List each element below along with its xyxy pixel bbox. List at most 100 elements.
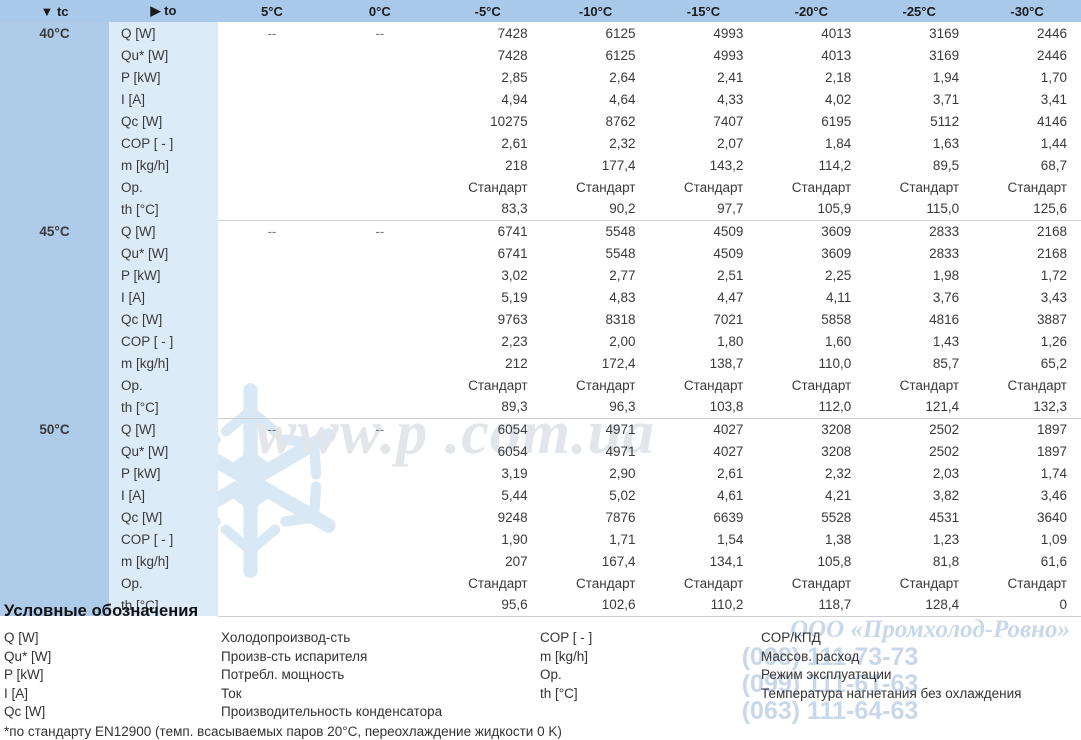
cell-value: 3208	[821, 443, 852, 459]
tc-spacer	[0, 528, 109, 550]
table-row: I [A] 5,19 4,83 4,47 4,11 3,76 3,43	[0, 286, 1081, 308]
cell-value: 4146	[1036, 113, 1067, 129]
cell-value: Стандарт	[1007, 575, 1067, 591]
cell-value: 4,83	[609, 289, 636, 305]
row-label: m [kg/h]	[109, 352, 218, 374]
cell-value	[218, 528, 326, 550]
cell-value	[218, 110, 326, 132]
cell-value: 3208	[757, 417, 866, 440]
cell-value: 81,8	[932, 553, 960, 569]
cell-value: 4993	[713, 47, 744, 63]
cell-value: 114,2	[818, 157, 852, 173]
cell-value: --	[375, 25, 385, 41]
cell-value: 125,6	[1033, 201, 1067, 217]
cell-value: 1,84	[824, 135, 852, 151]
cell-value	[326, 44, 434, 66]
cell-value: 2,03	[932, 465, 960, 481]
tc-spacer	[0, 198, 109, 220]
cell-value: 3609	[821, 245, 852, 261]
cell-value: 4816	[929, 311, 960, 327]
cell-value: Стандарт	[683, 179, 744, 195]
cell-value	[326, 198, 434, 220]
cell-value: 4971	[605, 443, 636, 459]
cell-value: 5548	[541, 219, 650, 242]
tc-spacer	[0, 572, 109, 594]
tc-value: 50°C	[0, 418, 109, 440]
cell-value: 2,61	[501, 135, 528, 151]
legend-symbol: Qu* [W]	[4, 648, 52, 664]
cell-value	[218, 198, 326, 220]
table-row: Qc [W] 10275 8762 7407 6195 5112 4146	[0, 110, 1081, 132]
cell-value: 1,80	[717, 333, 744, 349]
table-row: P [kW] 3,02 2,77 2,51 2,25 1,98 1,72	[0, 264, 1081, 286]
cell-value: 2,41	[717, 69, 744, 85]
cell-value: 5,02	[609, 487, 636, 503]
cell-value: 1,90	[501, 531, 528, 547]
cell-value	[218, 176, 326, 198]
cell-value	[218, 550, 326, 572]
legend-desc: Произв-сть испарителя	[221, 648, 368, 664]
header-col-4[interactable]: -15°C	[650, 0, 758, 22]
cell-value: 2,77	[609, 267, 636, 283]
header-col-5[interactable]: -20°C	[757, 0, 865, 22]
header-col-3[interactable]: -10°C	[542, 0, 650, 22]
cell-value: 105,9	[817, 201, 852, 217]
table-row: P [kW] 2,85 2,64 2,41 2,18 1,94 1,70	[0, 66, 1081, 88]
cell-value: 4531	[929, 509, 960, 525]
header-col-2[interactable]: -5°C	[434, 0, 542, 22]
cell-value: 96,3	[609, 399, 636, 415]
header-col-6[interactable]: -25°C	[865, 0, 973, 22]
cell-value: 6741	[433, 219, 542, 242]
table-row: m [kg/h] 207 167,4 134,1 105,8 81,8 61,6	[0, 550, 1081, 572]
header-col-0[interactable]: 5°C	[218, 0, 326, 22]
cell-value: Стандарт	[791, 575, 852, 591]
cell-value	[218, 396, 326, 418]
cell-value	[218, 352, 326, 374]
legend-title: Условные обозначения	[4, 602, 199, 620]
legend-desc: Температура нагнетания без охлаждения	[761, 685, 1022, 701]
cell-value: 3,46	[1040, 487, 1067, 503]
cell-value: 2168	[973, 219, 1081, 242]
cell-value: Стандарт	[575, 377, 636, 393]
cell-value	[218, 374, 326, 396]
cell-value: 105,8	[817, 553, 852, 569]
cell-value: 4,33	[717, 91, 744, 107]
header-col-1[interactable]: 0°C	[326, 0, 434, 22]
legend-symbol: COP [ - ]	[540, 630, 593, 645]
cell-value: Стандарт	[468, 179, 528, 195]
cell-value: Стандарт	[791, 179, 852, 195]
header-to[interactable]: ▶ to	[109, 0, 218, 22]
row-label: I [A]	[109, 286, 218, 308]
cell-value	[326, 528, 434, 550]
cell-value: 2,51	[717, 267, 744, 283]
cell-value	[218, 506, 326, 528]
table-row: Qc [W] 9763 8318 7021 5858 4816 3887	[0, 308, 1081, 330]
cell-value: Стандарт	[683, 377, 744, 393]
table-row: P [kW] 3,19 2,90 2,61 2,32 2,03 1,74	[0, 462, 1081, 484]
cell-value: 8762	[605, 113, 636, 129]
cell-value: 1,74	[1040, 465, 1067, 481]
cell-value: 2446	[1036, 47, 1067, 63]
cell-value: 112,0	[818, 399, 852, 415]
table-row: COP [ - ] 1,90 1,71 1,54 1,38 1,23 1,09	[0, 528, 1081, 550]
header-tc[interactable]: ▼ tc	[0, 0, 109, 22]
cell-value: 1,54	[717, 531, 744, 547]
legend-desc: Ток	[221, 685, 242, 701]
cell-value: 1,98	[932, 267, 960, 283]
table-row: Qu* [W] 7428 6125 4993 4013 3169 2446	[0, 44, 1081, 66]
cell-value: 2833	[865, 219, 974, 242]
cell-value: 1,38	[824, 531, 852, 547]
cell-value: 9763	[497, 311, 528, 327]
header-col-7[interactable]: -30°C	[973, 0, 1081, 22]
table-row: Qc [W] 9248 7876 6639 5528 4531 3640	[0, 506, 1081, 528]
legend-desc: Массов. расход	[761, 648, 860, 664]
cell-value: 2446	[1036, 25, 1067, 41]
row-label: m [kg/h]	[109, 550, 218, 572]
cell-value: 3,41	[1040, 91, 1067, 107]
cell-value: 1,43	[932, 333, 960, 349]
cell-value: 10275	[490, 113, 528, 129]
cell-value: 68,7	[1040, 157, 1067, 173]
cell-value	[326, 66, 434, 88]
cell-value: 2833	[929, 245, 960, 261]
cell-value: 3169	[929, 47, 960, 63]
